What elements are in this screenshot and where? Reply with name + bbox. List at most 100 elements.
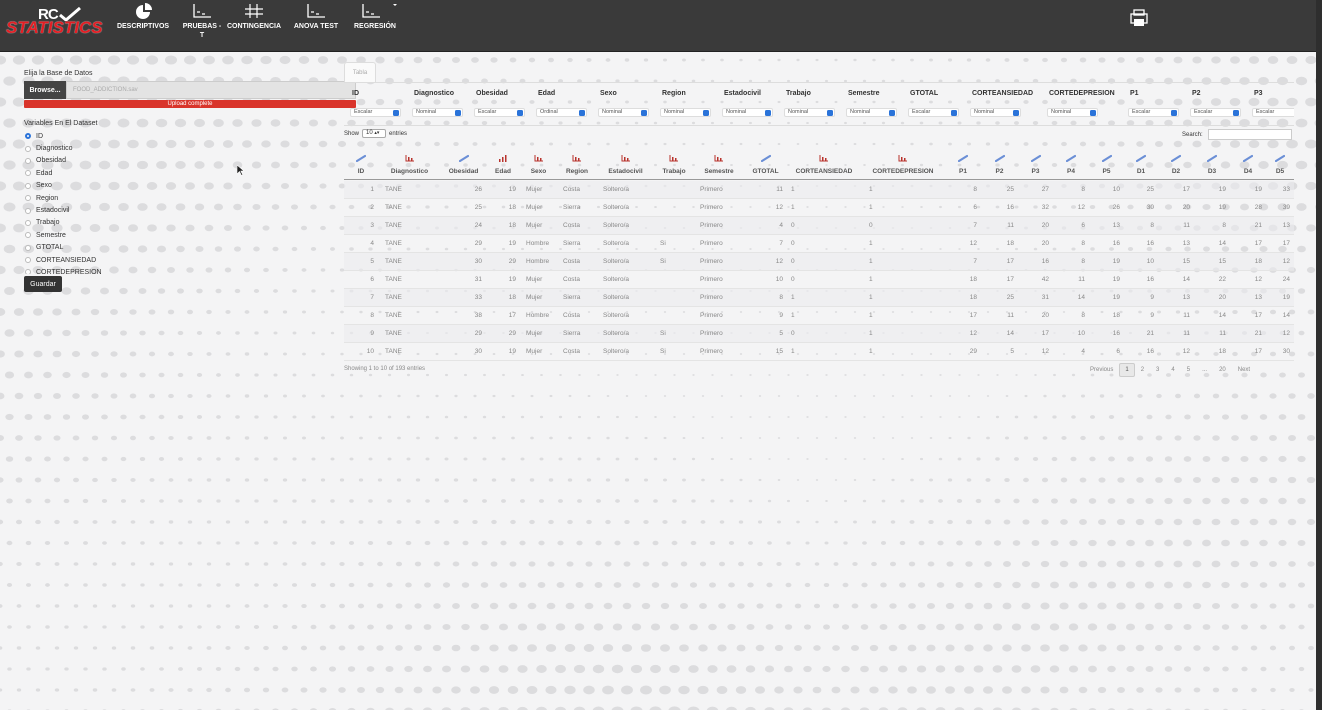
browse-button[interactable]: Browse... [24, 81, 66, 99]
pagination-item[interactable]: 4 [1165, 367, 1180, 373]
column-header[interactable]: P5 [1089, 148, 1124, 180]
measure-type-select[interactable]: Nominal [846, 108, 897, 117]
search-input[interactable] [1208, 129, 1292, 140]
pagination-item[interactable]: Previous [1084, 367, 1119, 373]
nav-descriptivos[interactable]: DESCRIPTIVOS [115, 2, 171, 31]
table-cell: 11 [1183, 312, 1190, 319]
column-header[interactable]: D2 [1158, 148, 1194, 180]
column-header[interactable]: D3 [1194, 148, 1230, 180]
column-header[interactable]: Region [557, 148, 597, 180]
radio-button[interactable] [25, 133, 31, 140]
measure-type-select[interactable]: Escalar [908, 108, 959, 117]
table-row[interactable]: 2 TANE 25 18 Mujer Sierra Soltero/a Primero 12 1 1… [344, 199, 1294, 217]
type-column-name: Obesidad [476, 90, 508, 97]
variable-radio-item[interactable]: Estadocivil [24, 204, 356, 216]
type-column: Obesidad Escalar [468, 83, 530, 125]
column-header[interactable]: P2 [981, 148, 1018, 180]
variable-radio-item[interactable]: Region [24, 192, 356, 204]
column-header[interactable]: Estadocivil [597, 148, 654, 180]
column-header[interactable]: Obesidad [441, 148, 486, 180]
nav-anova-test[interactable]: ANOVA TEST [291, 2, 341, 31]
column-header[interactable]: CORTEDEPRESION [861, 148, 945, 180]
variable-radio-item[interactable]: Diagnostico [24, 142, 356, 154]
measure-type-select[interactable]: Nominal [660, 108, 711, 117]
entries-select[interactable]: 10 ▴▾ [362, 129, 387, 138]
table-cell: 16 [1041, 258, 1049, 265]
measure-type-select[interactable]: Escalar [1190, 108, 1241, 117]
variable-radio-item[interactable]: GTOTAL [24, 242, 356, 254]
column-header[interactable]: Trabajo [654, 148, 694, 180]
measure-type-select[interactable]: Nominal [412, 108, 463, 117]
pagination-item[interactable]: 2 [1135, 367, 1150, 373]
variable-radio-item[interactable]: Obesidad [24, 155, 356, 167]
file-name-field[interactable]: FOOD_ADDICTION.sav [66, 81, 356, 99]
nav-contingencia[interactable]: CONTINGENCIA [226, 2, 282, 31]
measure-type-select[interactable]: Nominal [1047, 108, 1098, 117]
variable-radio-item[interactable]: ID [24, 130, 356, 142]
column-header[interactable]: P1 [945, 148, 981, 180]
pagination-item[interactable]: Next [1232, 367, 1256, 373]
table-row[interactable]: 3 TANE 24 18 Mujer Costa Soltero/a Primero 4 0 0 7 1… [344, 217, 1294, 235]
radio-button[interactable] [25, 145, 31, 152]
variable-radio-item[interactable]: CORTEANSIEDAD [24, 254, 356, 266]
table-row[interactable]: 7 TANE 33 18 Mujer Sierra Soltero/a Primero 8 1 1 1… [344, 289, 1294, 307]
radio-button[interactable] [25, 244, 31, 251]
measure-type-select[interactable]: Nominal [722, 108, 773, 117]
radio-button[interactable] [25, 207, 31, 214]
measure-type-select[interactable]: Escalar [350, 108, 401, 117]
radio-button[interactable] [25, 170, 31, 177]
column-header[interactable]: D5 [1266, 148, 1294, 180]
nav-pruebas-t[interactable]: PRUEBAS - T [182, 2, 222, 40]
column-header[interactable]: D4 [1230, 148, 1266, 180]
measure-type-select[interactable]: Escalar [1128, 108, 1179, 117]
table-row[interactable]: 9 TANE 29 29 Mujer Sierra Soltero/a Si Primero 5 0… [344, 325, 1294, 343]
column-header[interactable]: P3 [1018, 148, 1053, 180]
pagination-item[interactable]: 20 [1213, 367, 1232, 373]
nav-regresion[interactable]: REGRESIÓN [350, 2, 400, 31]
table-row[interactable]: 10 TANE 30 19 Mujer Costa Soltero/a Si Primero 15… [344, 343, 1294, 361]
column-header[interactable]: P4 [1053, 148, 1089, 180]
column-header[interactable]: D1 [1124, 148, 1158, 180]
variable-radio-item[interactable]: Sexo [24, 180, 356, 192]
measure-type-select[interactable]: Nominal [598, 108, 649, 117]
measure-type-select[interactable]: Nominal [784, 108, 835, 117]
variable-radio-list[interactable]: ID Diagnostico Obesidad Edad Sexo Region Estad… [24, 130, 356, 274]
column-header[interactable]: Sexo [520, 148, 557, 180]
variable-radio-item[interactable]: CORTEDEPRESION [24, 266, 356, 274]
column-header[interactable]: GTOTAL [744, 148, 787, 180]
table-row[interactable]: 6 TANE 31 19 Mujer Costa Soltero/a Primero 10 0 1 1… [344, 271, 1294, 289]
table-cell: 20 [1218, 294, 1226, 301]
tab-tabla[interactable]: Tabla [344, 62, 376, 82]
save-button[interactable]: Guardar [24, 276, 62, 292]
measure-type-select[interactable]: Escalar [1252, 108, 1294, 117]
radio-button[interactable] [25, 182, 31, 189]
variable-radio-item[interactable]: Edad [24, 167, 356, 179]
column-header[interactable]: CORTEANSIEDAD [787, 148, 861, 180]
radio-button[interactable] [25, 232, 31, 239]
column-header[interactable]: Semestre [694, 148, 744, 180]
radio-button[interactable] [25, 195, 31, 202]
radio-button[interactable] [25, 269, 31, 274]
pagination-item[interactable]: 3 [1150, 367, 1165, 373]
measure-type-select[interactable]: Escalar [474, 108, 525, 117]
table-row[interactable]: 8 TANE 38 17 Hombre Costa Soltero/a Primero 9 1 1 1… [344, 307, 1294, 325]
radio-button[interactable] [25, 219, 31, 226]
column-header[interactable]: Edad [486, 148, 520, 180]
table-row[interactable]: 4 TANE 29 19 Hombre Sierra Soltero/a Si Primero 7… [344, 235, 1294, 253]
column-header[interactable]: ID [344, 148, 378, 180]
table-row[interactable]: 1 TANE 26 19 Mujer Costa Soltero/a Primero 11 1 1 8… [344, 181, 1294, 199]
table-row[interactable]: 5 TANE 30 29 Hombre Costa Soltero/a Si Primero 12… [344, 253, 1294, 271]
print-icon[interactable] [1129, 9, 1149, 27]
app-logo[interactable]: RC STATISTICS [6, 4, 112, 37]
variable-radio-item[interactable]: Trabajo [24, 217, 356, 229]
measure-type-select[interactable]: Ordinal [536, 108, 587, 117]
radio-button[interactable] [25, 157, 31, 164]
entries-select-value: 10 [366, 130, 373, 136]
select-arrow-icon [889, 110, 895, 116]
pagination-item[interactable]: 1 [1119, 363, 1135, 377]
radio-button[interactable] [25, 257, 31, 264]
column-header[interactable]: Diagnostico [378, 148, 441, 180]
variable-radio-item[interactable]: Semestre [24, 229, 356, 241]
measure-type-select[interactable]: Nominal [970, 108, 1021, 117]
pagination-item[interactable]: 5 [1181, 367, 1196, 373]
